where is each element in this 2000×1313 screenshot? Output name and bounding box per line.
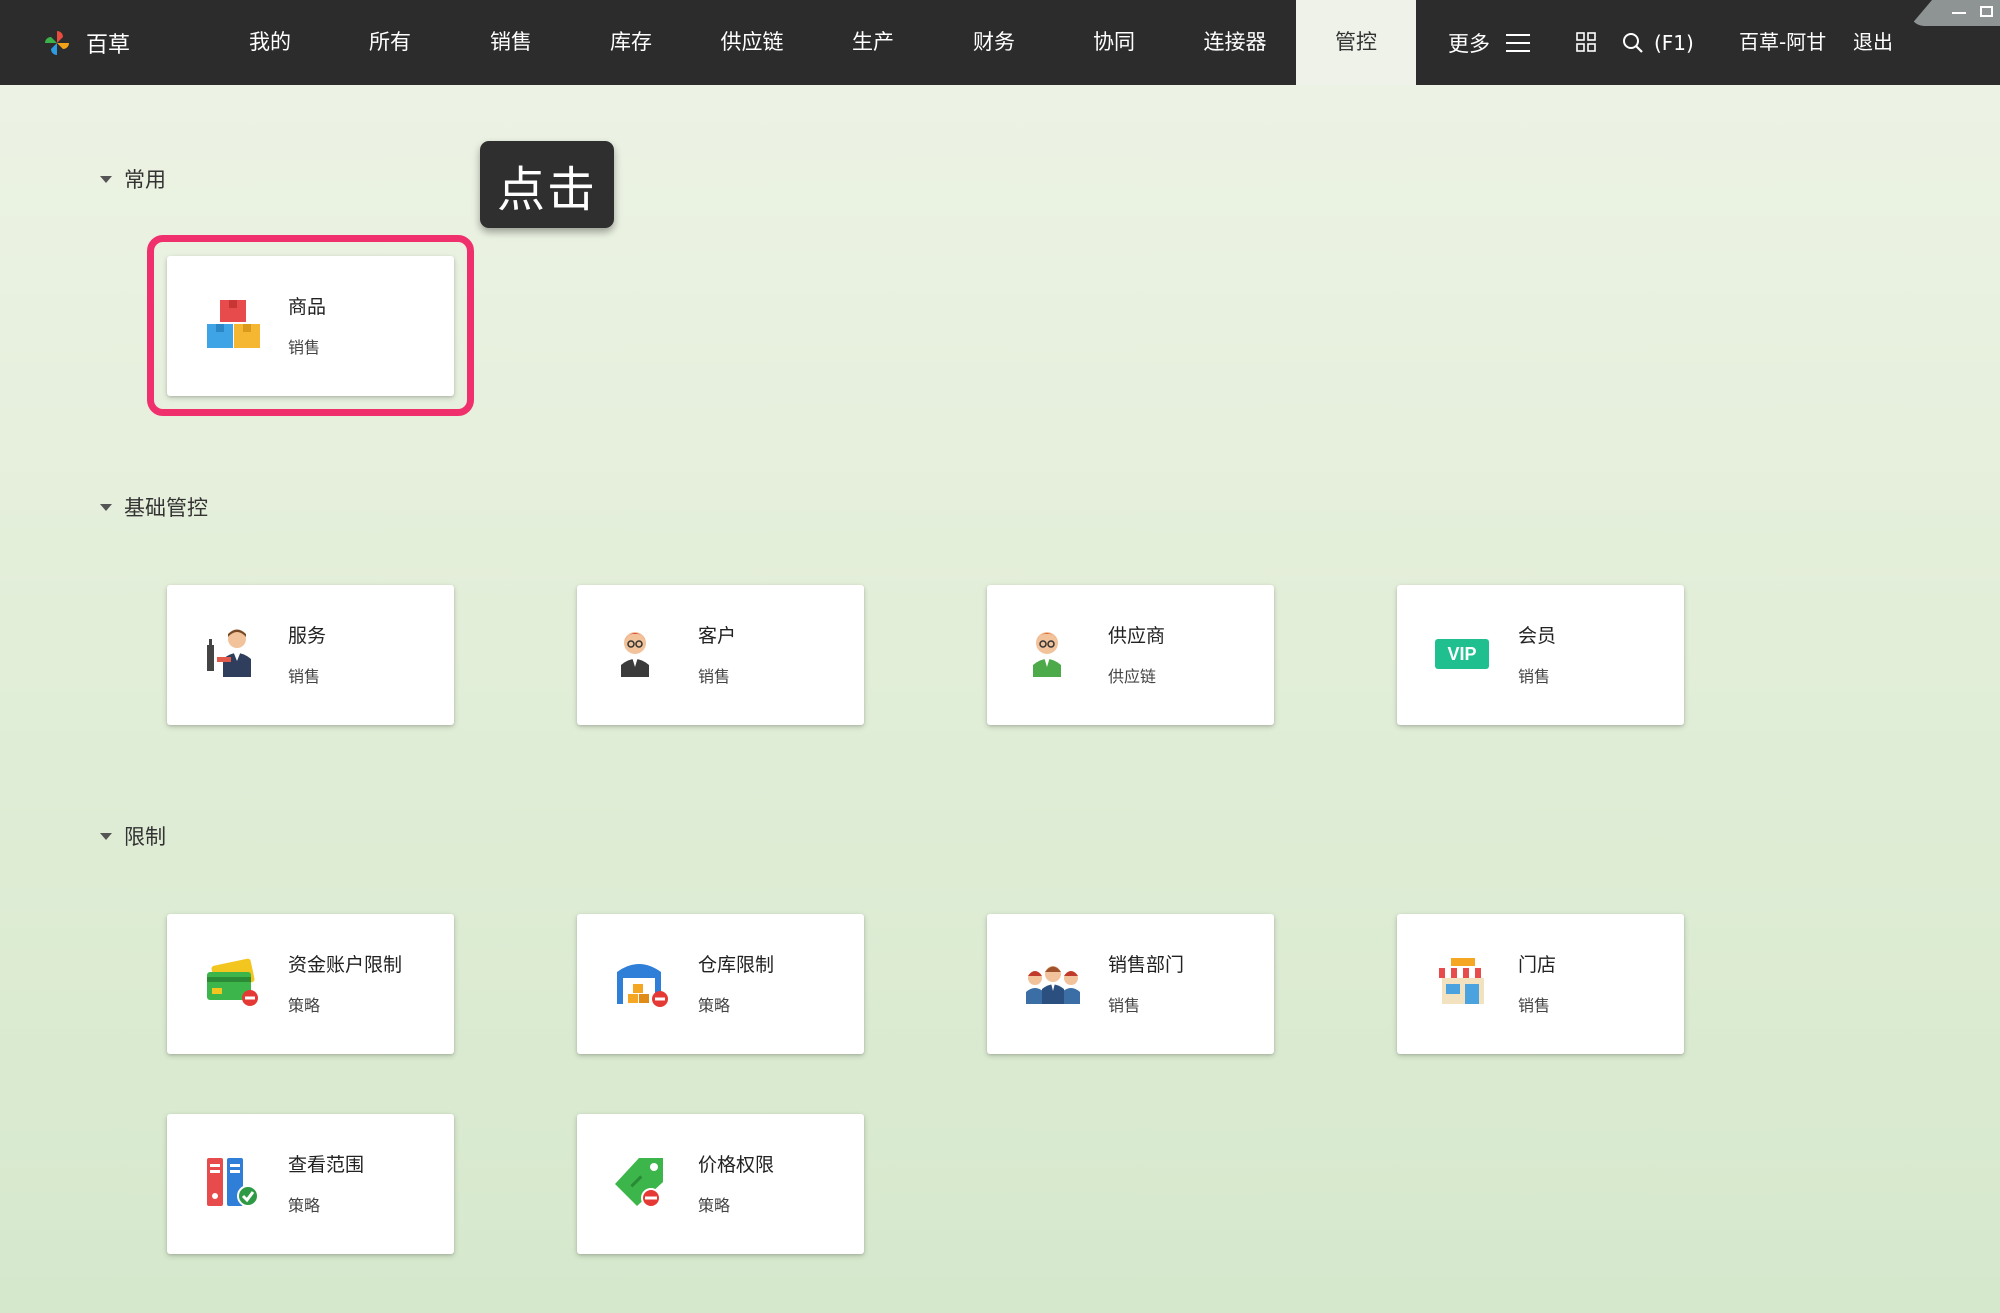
card-name: 商品 xyxy=(288,296,327,318)
section-title-limit[interactable]: 限制 xyxy=(100,821,166,851)
nav-item-production[interactable]: 生产 xyxy=(833,0,913,85)
more-menu-button[interactable]: 更多 xyxy=(1448,0,1530,85)
caret-down-icon xyxy=(100,175,112,183)
caret-down-icon xyxy=(100,503,112,511)
customer-icon xyxy=(621,632,649,677)
grid-icon[interactable] xyxy=(1576,32,1596,52)
nav-item-supply-chain[interactable]: 供应链 xyxy=(712,0,792,85)
nav-item-finance[interactable]: 财务 xyxy=(954,0,1034,85)
card-category: 销售 xyxy=(1108,996,1141,1015)
search-button[interactable]: (F1) xyxy=(1622,0,1694,85)
card-customer[interactable]: 客户 销售 xyxy=(577,585,864,725)
card-name: 销售部门 xyxy=(1108,954,1185,976)
card-name: 会员 xyxy=(1518,625,1557,647)
boxes-icon xyxy=(207,300,260,348)
price-tag-icon xyxy=(615,1158,663,1208)
search-shortcut-label: (F1) xyxy=(1654,30,1694,55)
vip-badge-text: VIP xyxy=(1447,644,1476,664)
card-fund-account-limit[interactable]: 资金账户限制 策略 xyxy=(167,914,454,1054)
section-title-common[interactable]: 常用 xyxy=(100,164,166,194)
card-name: 客户 xyxy=(698,625,737,647)
card-name: 供应商 xyxy=(1108,625,1166,647)
credit-card-icon xyxy=(207,958,258,1006)
hamburger-icon xyxy=(1506,33,1530,53)
nav-item-control[interactable]: 管控 xyxy=(1296,0,1416,85)
card-product[interactable]: 商品 销售 xyxy=(167,256,454,396)
team-icon xyxy=(1026,966,1080,1004)
card-name: 查看范围 xyxy=(288,1154,365,1176)
card-category: 销售 xyxy=(1518,667,1551,686)
card-category: 策略 xyxy=(698,996,731,1015)
card-member[interactable]: VIP 会员 销售 xyxy=(1397,585,1684,725)
shop-icon xyxy=(1439,958,1487,1004)
card-category: 销售 xyxy=(1518,996,1551,1015)
tooltip-text: 点击 xyxy=(496,161,597,218)
vip-icon: VIP xyxy=(1435,639,1489,669)
supplier-icon xyxy=(1033,632,1061,677)
card-service[interactable]: 服务 销售 xyxy=(167,585,454,725)
nav-item-all[interactable]: 所有 xyxy=(350,0,430,85)
nav-item-inventory[interactable]: 库存 xyxy=(591,0,671,85)
card-category: 策略 xyxy=(288,996,321,1015)
waiter-icon xyxy=(207,629,251,677)
warehouse-icon xyxy=(617,964,668,1007)
card-name: 价格权限 xyxy=(698,1154,775,1176)
card-category: 销售 xyxy=(698,667,731,686)
brand[interactable]: 百草 xyxy=(42,26,130,60)
card-name: 门店 xyxy=(1518,954,1557,976)
search-icon xyxy=(1623,32,1643,53)
nav-item-sales[interactable]: 销售 xyxy=(471,0,551,85)
minimize-icon[interactable] xyxy=(1952,12,1966,14)
nav-item-connector[interactable]: 连接器 xyxy=(1195,0,1275,85)
section-title-basic[interactable]: 基础管控 xyxy=(100,492,208,522)
section-title-text: 基础管控 xyxy=(124,496,208,520)
section-title-text: 限制 xyxy=(124,825,166,849)
window-controls xyxy=(1910,0,2000,26)
card-category: 销售 xyxy=(288,338,321,357)
card-warehouse-limit[interactable]: 仓库限制 策略 xyxy=(577,914,864,1054)
card-name: 服务 xyxy=(288,625,327,647)
card-category: 策略 xyxy=(288,1196,321,1215)
caret-down-icon xyxy=(100,832,112,840)
card-price-permission[interactable]: 价格权限 策略 xyxy=(577,1114,864,1254)
user-name[interactable]: 百草-阿甘 xyxy=(1739,0,1826,85)
section-title-text: 常用 xyxy=(124,168,166,192)
click-hint-tooltip: 点击 xyxy=(480,141,614,228)
card-supplier[interactable]: 供应商 供应链 xyxy=(987,585,1274,725)
maximize-icon[interactable] xyxy=(1980,6,1993,17)
nav-item-mine[interactable]: 我的 xyxy=(230,0,310,85)
logout-button[interactable]: 退出 xyxy=(1853,0,1893,85)
more-label: 更多 xyxy=(1448,31,1490,56)
card-name: 仓库限制 xyxy=(698,954,775,976)
card-sales-department[interactable]: 销售部门 销售 xyxy=(987,914,1274,1054)
card-category: 策略 xyxy=(698,1196,731,1215)
brand-name: 百草 xyxy=(86,33,131,58)
nav-item-collaboration[interactable]: 协同 xyxy=(1074,0,1154,85)
brand-logo-icon xyxy=(45,31,69,55)
top-bar: 百草 我的 所有 销售 库存 供应链 生产 财务 协同 连接器 管控 更多 (F… xyxy=(0,0,2000,85)
binders-icon xyxy=(207,1158,259,1207)
card-store[interactable]: 门店 销售 xyxy=(1397,914,1684,1054)
card-category: 销售 xyxy=(288,667,321,686)
card-category: 供应链 xyxy=(1108,667,1157,686)
card-name: 资金账户限制 xyxy=(288,954,403,976)
card-view-scope[interactable]: 查看范围 策略 xyxy=(167,1114,454,1254)
